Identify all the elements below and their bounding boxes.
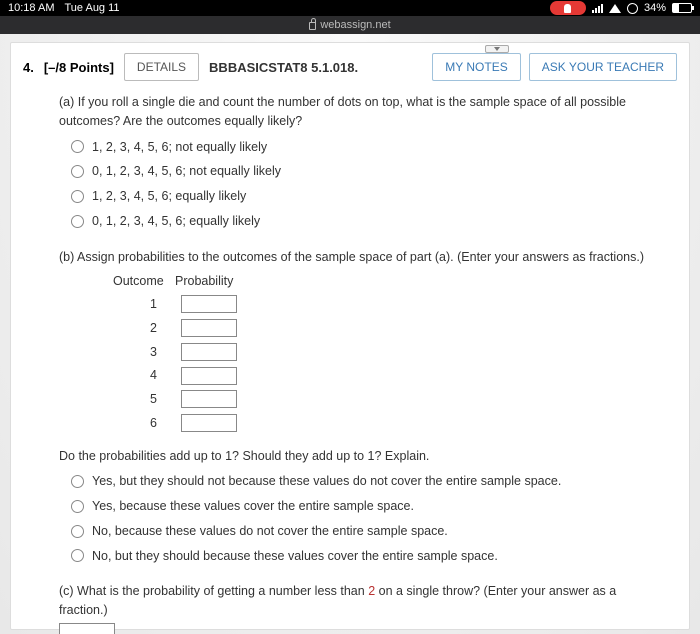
option-label: Yes, because these values cover the enti… [92, 497, 414, 516]
browser-url-bar[interactable]: webassign.net [0, 16, 700, 34]
probability-input[interactable] [181, 343, 237, 361]
battery-pct: 34% [644, 2, 666, 14]
option-label: 0, 1, 2, 3, 4, 5, 6; equally likely [92, 212, 260, 231]
question-points: [–/8 Points] [44, 60, 114, 75]
option-label: 1, 2, 3, 4, 5, 6; not equally likely [92, 138, 267, 157]
part-c-pre: (c) What is the probability of getting a… [59, 584, 368, 598]
outcome-value: 4 [113, 366, 157, 385]
probability-input[interactable] [181, 414, 237, 432]
recording-indicator [550, 1, 586, 15]
option-label: 0, 1, 2, 3, 4, 5, 6; not equally likely [92, 162, 281, 181]
radio-button[interactable] [71, 549, 84, 562]
addup-prompt: Do the probabilities add up to 1? Should… [59, 447, 657, 466]
assignment-code: BBBASICSTAT8 5.1.018. [209, 60, 358, 75]
radio-button[interactable] [71, 140, 84, 153]
option-row: 0, 1, 2, 3, 4, 5, 6; not equally likely [59, 159, 657, 184]
battery-icon [672, 3, 692, 13]
mic-icon [564, 4, 571, 13]
radio-button[interactable] [71, 475, 84, 488]
question-header: 4. [–/8 Points] DETAILS BBBASICSTAT8 5.1… [11, 43, 689, 89]
probability-input[interactable] [181, 367, 237, 385]
option-row: No, but they should because these values… [59, 544, 657, 569]
part-c: (c) What is the probability of getting a… [59, 582, 657, 634]
option-row: 1, 2, 3, 4, 5, 6; equally likely [59, 184, 657, 209]
table-row: 5 [113, 390, 657, 409]
option-row: 1, 2, 3, 4, 5, 6; not equally likely [59, 135, 657, 160]
col-probability: Probability [175, 272, 233, 291]
ask-teacher-button[interactable]: ASK YOUR TEACHER [529, 53, 677, 81]
col-outcome: Outcome [113, 272, 157, 291]
part-a: (a) If you roll a single die and count t… [59, 93, 657, 234]
table-row: 2 [113, 319, 657, 338]
question-number: 4. [23, 60, 34, 75]
ipad-status-bar: 10:18 AM Tue Aug 11 34% [0, 0, 700, 16]
orientation-lock-icon [627, 3, 638, 14]
probability-table: Outcome Probability 1 2 3 4 5 6 [113, 272, 657, 432]
wifi-icon [609, 4, 621, 13]
outcome-value: 3 [113, 343, 157, 362]
table-row: 1 [113, 295, 657, 314]
signal-icon [592, 4, 603, 13]
table-row: 6 [113, 414, 657, 433]
option-label: No, because these values do not cover th… [92, 522, 448, 541]
my-notes-button[interactable]: MY NOTES [432, 53, 520, 81]
page-background: 4. [–/8 Points] DETAILS BBBASICSTAT8 5.1… [0, 34, 700, 634]
scroll-indicator[interactable] [485, 45, 509, 53]
radio-button[interactable] [71, 215, 84, 228]
option-label: Yes, but they should not because these v… [92, 472, 561, 491]
url-text: webassign.net [320, 19, 390, 31]
table-row: 4 [113, 366, 657, 385]
radio-button[interactable] [71, 500, 84, 513]
part-b: (b) Assign probabilities to the outcomes… [59, 248, 657, 569]
option-row: 0, 1, 2, 3, 4, 5, 6; equally likely [59, 209, 657, 234]
radio-button[interactable] [71, 525, 84, 538]
question-content: (a) If you roll a single die and count t… [11, 89, 689, 634]
option-label: 1, 2, 3, 4, 5, 6; equally likely [92, 187, 246, 206]
part-a-options: 1, 2, 3, 4, 5, 6; not equally likely 0, … [59, 135, 657, 234]
option-row: No, because these values do not cover th… [59, 519, 657, 544]
outcome-value: 2 [113, 319, 157, 338]
probability-input[interactable] [181, 319, 237, 337]
radio-button[interactable] [71, 165, 84, 178]
outcome-value: 1 [113, 295, 157, 314]
outcome-value: 5 [113, 390, 157, 409]
details-button[interactable]: DETAILS [124, 53, 199, 81]
addup-options: Yes, but they should not because these v… [59, 469, 657, 568]
option-row: Yes, but they should not because these v… [59, 469, 657, 494]
option-row: Yes, because these values cover the enti… [59, 494, 657, 519]
outcome-value: 6 [113, 414, 157, 433]
part-c-input[interactable] [59, 623, 115, 634]
table-row: 3 [113, 343, 657, 362]
option-label: No, but they should because these values… [92, 547, 498, 566]
question-card: 4. [–/8 Points] DETAILS BBBASICSTAT8 5.1… [10, 42, 690, 630]
probability-input[interactable] [181, 295, 237, 313]
lock-icon [309, 22, 316, 30]
part-a-prompt: (a) If you roll a single die and count t… [59, 93, 657, 131]
status-time: 10:18 AM [8, 2, 54, 14]
radio-button[interactable] [71, 190, 84, 203]
probability-input[interactable] [181, 390, 237, 408]
status-date: Tue Aug 11 [64, 2, 119, 14]
part-b-prompt: (b) Assign probabilities to the outcomes… [59, 248, 657, 267]
